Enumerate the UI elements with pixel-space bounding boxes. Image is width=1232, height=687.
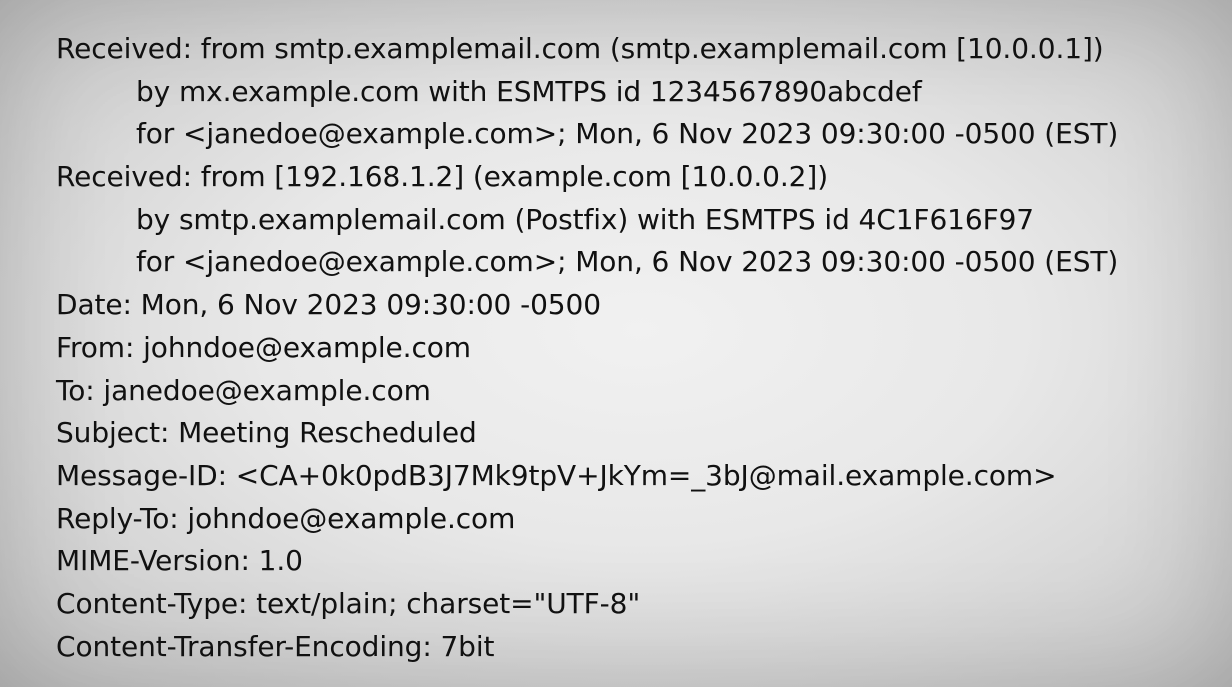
from-header: From: johndoe@example.com (56, 330, 471, 364)
received-header-1-for: for <janedoe@example.com>; Mon, 6 Nov 20… (136, 117, 1119, 151)
received-header-2-for: for <janedoe@example.com>; Mon, 6 Nov 20… (136, 245, 1119, 279)
email-header-block: Received: from smtp.examplemail.com (smt… (56, 28, 1196, 668)
mime-version-header: MIME-Version: 1.0 (56, 544, 303, 578)
to-header: To: janedoe@example.com (56, 373, 431, 407)
date-header: Date: Mon, 6 Nov 2023 09:30:00 -0500 (56, 288, 601, 322)
subject-header: Subject: Meeting Rescheduled (56, 416, 477, 450)
received-header-2-by: by smtp.examplemail.com (Postfix) with E… (136, 202, 1035, 236)
received-header-1-by: by mx.example.com with ESMTPS id 1234567… (136, 74, 922, 108)
received-header-1: Received: from smtp.examplemail.com (smt… (56, 32, 1104, 65)
message-id-header: Message-ID: <CA+0k0pdB3J7Mk9tpV+JkYm=_3b… (56, 458, 1057, 492)
content-transfer-encoding-header: Content-Transfer-Encoding: 7bit (56, 629, 495, 663)
content-type-header: Content-Type: text/plain; charset="UTF-8… (56, 586, 641, 620)
received-header-2: Received: from [192.168.1.2] (example.co… (56, 160, 829, 194)
reply-to-header: Reply-To: johndoe@example.com (56, 501, 516, 535)
